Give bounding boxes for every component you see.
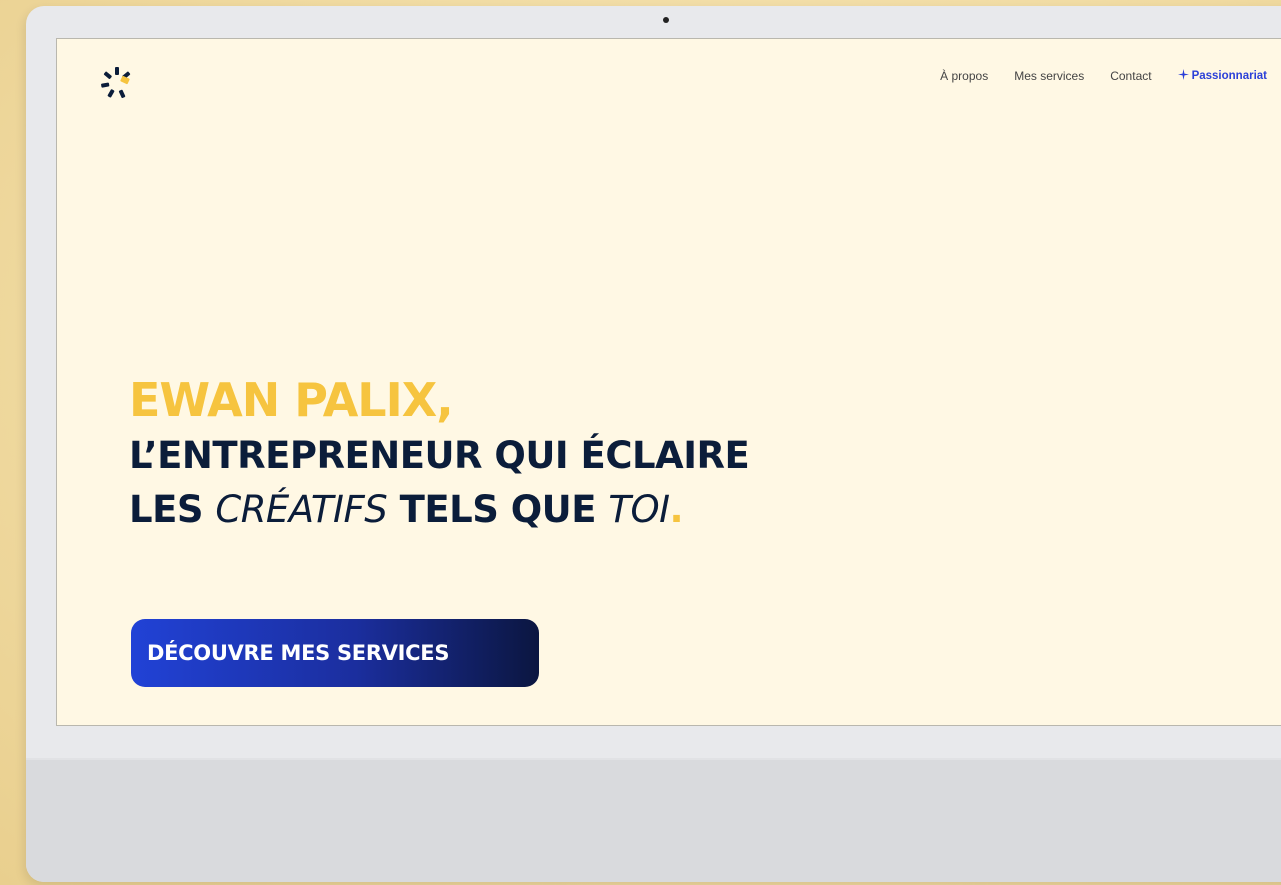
website-screen: À propos Mes services Contact Passionnar… <box>56 38 1281 726</box>
hero-text-tels-que: TELS QUE <box>387 488 609 531</box>
hero-name: EWAN PALIX, <box>129 373 454 427</box>
nav-item-contact[interactable]: Contact <box>1110 69 1151 83</box>
hero-heading: EWAN PALIX, L’ENTREPRENEUR QUI ÉCLAIRE L… <box>129 371 750 537</box>
camera-icon <box>663 17 669 23</box>
nav-item-a-propos[interactable]: À propos <box>940 69 988 83</box>
hero-period: . <box>669 488 684 531</box>
hero-text-les: LES <box>129 488 216 531</box>
discover-services-button[interactable]: DÉCOUVRE MES SERVICES <box>131 619 539 687</box>
monitor-chin <box>26 758 1281 882</box>
nav-cta-label: Passionnariat <box>1191 70 1267 82</box>
monitor-frame: À propos Mes services Contact Passionnar… <box>26 6 1281 882</box>
sparkle-icon <box>1177 69 1189 83</box>
nav-item-mes-services[interactable]: Mes services <box>1014 69 1084 83</box>
nav-cta-passionnariat[interactable]: Passionnariat <box>1177 69 1267 83</box>
sunburst-logo-icon[interactable] <box>99 65 135 101</box>
hero-tagline-line-2: LES CRÉATIFS TELS QUE TOI. <box>129 483 749 537</box>
hero-tagline-line-1: L’ENTREPRENEUR QUI ÉCLAIRE <box>129 434 750 477</box>
hero-text-creatifs: CRÉATIFS <box>215 488 388 531</box>
hero-text-toi: TOI <box>608 488 670 531</box>
top-navigation: À propos Mes services Contact Passionnar… <box>940 69 1267 83</box>
